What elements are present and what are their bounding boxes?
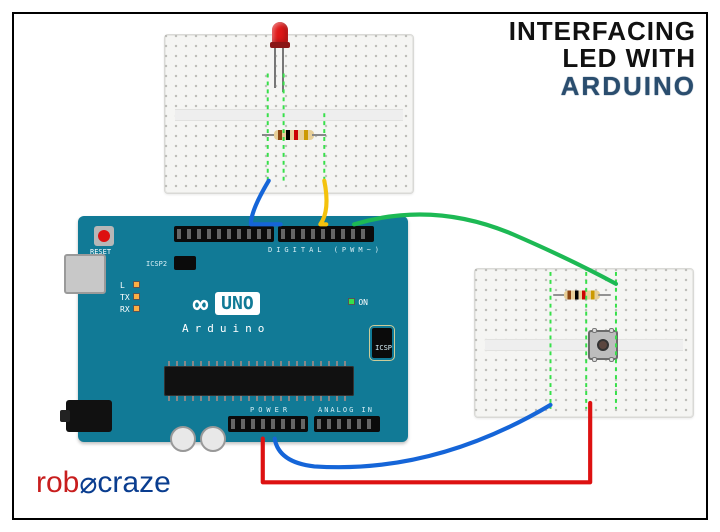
led-bulb	[272, 22, 288, 44]
pushbutton-icon	[588, 330, 618, 360]
led-base	[270, 42, 290, 48]
power-label: POWER	[250, 406, 291, 414]
breadboard-center-channel	[175, 109, 403, 121]
brand-text: Arduino	[182, 322, 270, 335]
icsp-label: ICSP	[375, 344, 392, 352]
diagram-title: INTERFACING LED WITH ARDUINO	[509, 18, 696, 100]
led-cathode	[274, 48, 276, 88]
led-anode	[282, 48, 284, 92]
power-header	[228, 416, 308, 432]
logo-o-icon: ⌀	[79, 467, 97, 500]
icsp2-header-icon	[372, 328, 392, 358]
on-led: ON	[348, 298, 368, 307]
power-jack-icon	[66, 400, 112, 432]
title-line-3: ARDUINO	[509, 73, 696, 100]
infinity-logo-icon: ∞	[193, 290, 207, 320]
digital-header-left	[174, 226, 274, 242]
arduino-uno-board: RESET DIGITAL (PWM~) POWER ANALOG IN ICS…	[78, 216, 408, 442]
led-icon	[268, 22, 292, 90]
usb-port-icon	[64, 254, 106, 294]
tx-rx-leds: L TX RX	[120, 280, 140, 316]
model-badge: UNO	[215, 292, 260, 315]
analog-label: ANALOG IN	[318, 406, 374, 414]
arduino-brand: ∞ UNO Arduino	[182, 290, 270, 335]
robocraze-logo: rob⌀craze	[36, 465, 171, 500]
title-line-2: LED WITH	[509, 45, 696, 72]
analog-header	[314, 416, 380, 432]
breadboard-center-channel	[485, 339, 683, 351]
digital-label: DIGITAL (PWM~)	[268, 246, 383, 254]
logo-part-2: craze	[97, 466, 170, 499]
title-line-1: INTERFACING	[509, 18, 696, 45]
resistor-icon	[564, 291, 600, 300]
atmega-chip-icon	[164, 366, 354, 396]
logo-part-1: rob	[36, 466, 79, 499]
reset-button-icon	[94, 226, 114, 246]
icsp-label: ICSP2	[146, 260, 167, 268]
resistor-icon	[274, 130, 314, 140]
icsp-header-icon	[174, 256, 196, 270]
reset-label: RESET	[90, 248, 111, 256]
digital-header-right	[278, 226, 374, 242]
diagram-frame: INTERFACING LED WITH ARDUINO RESET	[12, 12, 708, 520]
